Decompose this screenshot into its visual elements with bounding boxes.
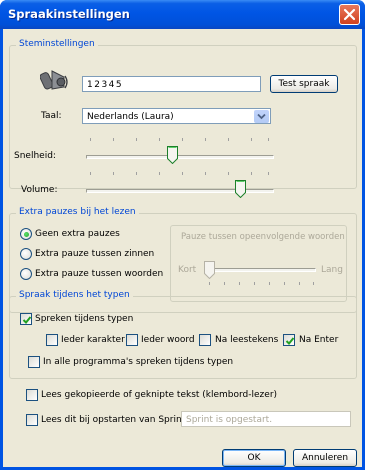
dialog-client-area: Steminstellingen 12345 Test spraak Taal:… [3,29,362,467]
each-word-label[interactable]: Ieder woord [141,335,195,345]
volume-slider-thumb[interactable] [234,180,246,198]
extra-pauses-legend: Extra pauzes bij het lezen [16,207,139,217]
long-label: Lang [321,265,343,275]
radio-pause-between-sentences-label[interactable]: Extra pauze tussen zinnen [35,249,154,259]
chevron-down-icon[interactable] [254,110,269,123]
title-bar[interactable]: Spraakinstellingen [0,0,365,29]
typing-speech-legend: Spraak tijdens het typen [16,290,133,300]
radio-pause-between-words-label[interactable]: Extra pauze tussen woorden [35,269,163,279]
test-speech-button[interactable]: Test spraak [270,75,338,93]
after-enter-checkbox[interactable] [283,334,295,346]
checkmark-icon [285,337,295,345]
all-programs-label[interactable]: In alle programma's spreken tijdens type… [43,357,233,367]
after-enter-label[interactable]: Na Enter [299,335,338,345]
language-select[interactable]: Nederlands (Laura) [82,108,271,124]
each-character-label[interactable]: Ieder karakter [61,335,125,345]
startup-read-checkbox[interactable] [26,414,38,426]
test-text-input[interactable]: 12345 [82,76,261,92]
startup-text-input: Sprint is opgestart. [181,411,351,427]
word-pause-slider-thumb [204,261,215,279]
radio-pause-between-words[interactable] [20,268,32,280]
startup-read-label[interactable]: Lees dit bij opstarten van Sprint: [41,415,188,425]
speech-settings-icon [40,70,68,90]
volume-label: Volume: [21,185,58,195]
window-title: Spraakinstellingen [8,7,130,21]
word-pause-group: Pauze tussen opeenvolgende woorden Kort … [170,225,347,302]
all-programs-checkbox[interactable] [28,356,40,368]
dialog-window: Spraakinstellingen Steminstellingen 1234… [0,0,365,470]
speak-while-typing-checkbox[interactable] [20,313,32,325]
clipboard-reader-label[interactable]: Lees gekopieerde of geknipte tekst (klem… [41,390,277,400]
voice-settings-legend: Steminstellingen [16,39,98,49]
each-character-checkbox[interactable] [46,334,58,346]
close-button[interactable] [339,4,360,25]
typing-speech-group: Spraak tijdens het typen Spreken tijdens… [9,290,357,379]
language-select-value: Nederlands (Laura) [87,112,174,122]
speak-while-typing-label[interactable]: Spreken tijdens typen [35,314,133,324]
speed-slider-track[interactable] [86,155,274,159]
voice-settings-group: Steminstellingen 12345 Test spraak Taal:… [9,39,357,198]
volume-slider-track[interactable] [86,189,274,193]
close-icon [343,8,356,21]
ok-button[interactable]: OK [222,449,286,467]
after-punctuation-label[interactable]: Na leestekens [215,335,278,345]
radio-no-extra-pauses-label[interactable]: Geen extra pauzes [35,229,120,239]
clipboard-reader-checkbox[interactable] [26,389,38,401]
startup-text-placeholder: Sprint is opgestart. [186,415,273,425]
after-punctuation-checkbox[interactable] [199,334,211,346]
word-pause-slider-track [204,268,316,272]
short-label: Kort [178,265,197,275]
speed-slider-thumb[interactable] [166,146,178,164]
speed-label: Snelheid: [14,151,56,161]
radio-no-extra-pauses[interactable] [20,228,32,240]
checkmark-icon [22,316,32,324]
word-pause-label: Pauze tussen opeenvolgende woorden [181,232,345,242]
cancel-button[interactable]: Annuleren [293,449,357,467]
each-word-checkbox[interactable] [126,334,138,346]
language-label: Taal: [41,111,62,121]
radio-pause-between-sentences[interactable] [20,248,32,260]
